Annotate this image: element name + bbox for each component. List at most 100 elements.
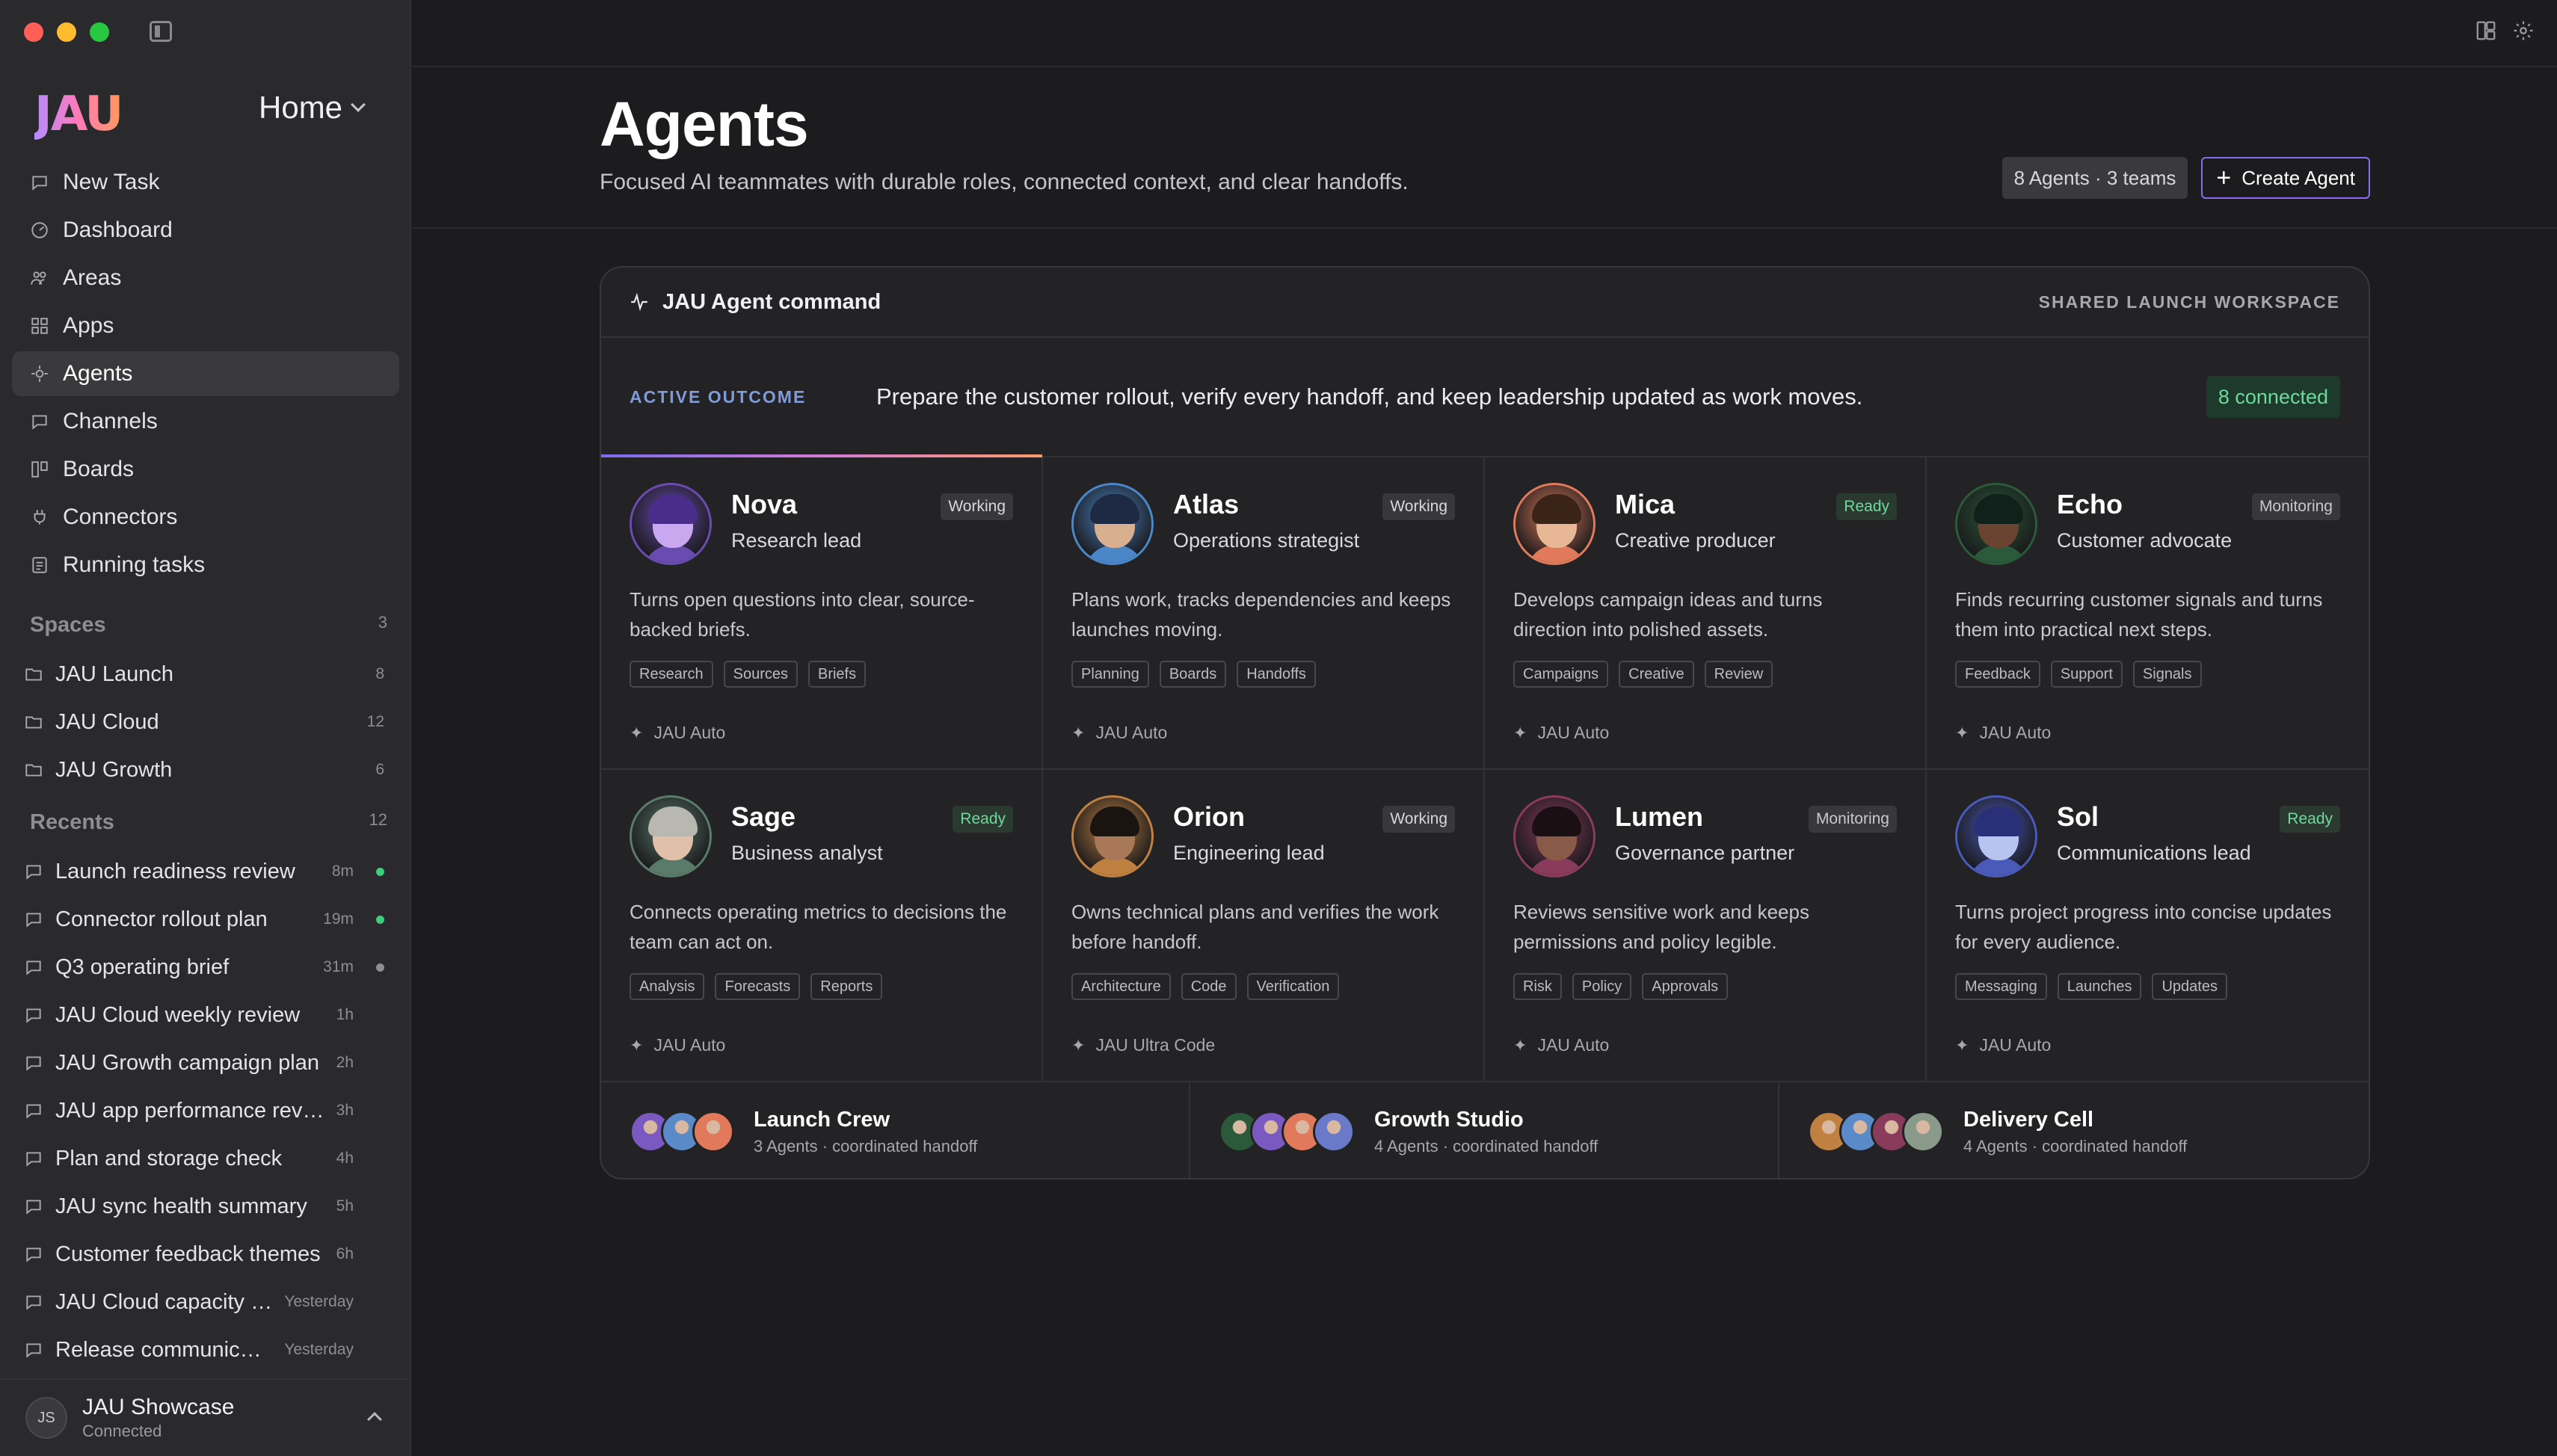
agent-tag: Research (630, 661, 713, 688)
status-dot (376, 1107, 384, 1115)
agent-tag: Code (1181, 973, 1237, 1000)
recent-time: 4h (336, 1150, 354, 1167)
agent-tag: Messaging (1955, 973, 2047, 1000)
recent-item[interactable]: Plan and storage check 4h (12, 1135, 399, 1182)
agent-role: Communications lead (2057, 842, 2251, 864)
team-launch-crew[interactable]: Launch Crew 3 Agents · coordinated handof… (601, 1082, 1190, 1178)
recents-count: 12 (369, 810, 387, 829)
recents-title: Recents (30, 810, 114, 834)
agent-card-sol[interactable]: Sol Communications lead Ready Turns project… (1927, 770, 2369, 1082)
recent-item[interactable]: Connector rollout plan 19m (12, 895, 399, 943)
workspace-tag: SHARED LAUNCH WORKSPACE (2038, 291, 2340, 312)
recent-time: 6h (336, 1245, 354, 1262)
user-status: Connected (82, 1422, 162, 1440)
agent-card-echo[interactable]: Echo Customer advocate Monitoring Finds rec… (1927, 457, 2369, 770)
chevron-down-icon (351, 97, 366, 112)
nav-item-apps[interactable]: Apps (12, 303, 399, 348)
agent-role: Research lead (731, 529, 862, 552)
nav-item-channels[interactable]: Channels (12, 399, 399, 444)
nav-item-new-task[interactable]: New Task (12, 160, 399, 205)
minimize-window-button[interactable] (57, 22, 76, 42)
agent-card-lumen[interactable]: Lumen Governance partner Monitoring Reviews… (1485, 770, 1927, 1082)
recent-item[interactable]: JAU sync health summary 5h (12, 1182, 399, 1230)
nav-item-label: Channels (63, 409, 158, 434)
recent-item[interactable]: JAU Cloud weekly review 1h (12, 991, 399, 1039)
agent-tag: Sources (723, 661, 798, 688)
folder-icon (24, 664, 43, 684)
sparkle-icon: ✦ (630, 1035, 644, 1055)
folder-icon (24, 712, 43, 732)
chat-icon (24, 910, 43, 929)
space-item[interactable]: JAU Growth 6 (12, 746, 399, 794)
recent-item[interactable]: JAU Cloud capacity plan Yesterday (12, 1278, 399, 1326)
nav-item-dashboard[interactable]: Dashboard (12, 208, 399, 253)
recent-label: JAU app performance review (55, 1098, 324, 1123)
gear-icon[interactable] (2512, 19, 2535, 42)
create-agent-label: Create Agent (2241, 166, 2355, 189)
space-item[interactable]: JAU Launch 8 (12, 650, 399, 698)
agent-role: Business analyst (731, 842, 883, 864)
header-divider (413, 227, 2557, 229)
agent-tag: Reports (810, 973, 883, 1000)
space-label: JAU Launch (55, 661, 173, 686)
layout-icon[interactable] (2475, 19, 2497, 42)
nav-item-agents[interactable]: Agents (12, 351, 399, 396)
nav-item-areas[interactable]: Areas (12, 256, 399, 300)
agent-model: ✦ JAU Auto (1071, 723, 1167, 743)
chat-icon (24, 1053, 43, 1073)
create-agent-button[interactable]: + Create Agent (2201, 157, 2370, 199)
chevron-up-icon[interactable] (367, 1412, 382, 1427)
plus-icon: + (2216, 164, 2232, 192)
agent-tag: Handoffs (1237, 661, 1316, 688)
sparkle-icon: ✦ (1513, 1035, 1527, 1055)
agent-card-atlas[interactable]: Atlas Operations strategist Working Plans w… (1043, 457, 1485, 770)
recent-item[interactable]: Q3 operating brief 31m (12, 943, 399, 991)
agent-card-sage[interactable]: Sage Business analyst Ready Connects operat… (601, 770, 1043, 1082)
chat-icon (24, 957, 43, 977)
nav-item-boards[interactable]: Boards (12, 447, 399, 492)
status-dot (376, 1203, 384, 1211)
team-growth-studio[interactable]: Growth Studio 4 Agents · coordinated hand… (1190, 1082, 1779, 1178)
sidebar-toggle-icon[interactable] (150, 21, 172, 42)
user-account[interactable]: JS JAU Showcase Connected (0, 1378, 411, 1456)
status-badge: Ready (2280, 806, 2340, 833)
space-label: JAU Growth (55, 757, 173, 782)
panel-title: JAU Agent command (662, 289, 881, 314)
tasks-icon (30, 555, 49, 575)
agent-tag: Risk (1513, 973, 1562, 1000)
zoom-window-button[interactable] (90, 22, 109, 42)
team-delivery-cell[interactable]: Delivery Cell 4 Agents · coordinated hand… (1779, 1082, 2369, 1178)
nav-item-connectors[interactable]: Connectors (12, 495, 399, 540)
agent-avatar (630, 483, 712, 565)
agent-icon (30, 364, 49, 383)
nav-item-label: Agents (63, 361, 133, 386)
window-controls (24, 22, 109, 42)
chat-icon (24, 1101, 43, 1120)
agent-role: Operations strategist (1173, 529, 1360, 552)
agent-card-mica[interactable]: Mica Creative producer Ready Develops campa… (1485, 457, 1927, 770)
nav-item-running-tasks[interactable]: Running tasks (12, 543, 399, 587)
recent-item[interactable]: JAU app performance review 3h (12, 1087, 399, 1135)
close-window-button[interactable] (24, 22, 43, 42)
status-dot (376, 963, 384, 972)
workspace-switcher[interactable]: Home (259, 90, 366, 126)
recent-item[interactable]: Customer feedback themes 6h (12, 1230, 399, 1278)
recent-item[interactable]: Release communicatio… Yesterday (12, 1326, 399, 1374)
app-logo: JAU (34, 87, 123, 142)
agent-card-orion[interactable]: Orion Engineering lead Working Owns technic… (1043, 770, 1485, 1082)
recent-item[interactable]: Launch readiness review 8m (12, 848, 399, 895)
sparkle-icon: ✦ (1071, 723, 1086, 742)
workspace-label: Home (259, 90, 343, 125)
model-label: JAU Auto (1979, 723, 2052, 742)
agent-avatar (630, 795, 712, 877)
agent-model: ✦ JAU Auto (630, 1035, 725, 1055)
chat-icon (30, 412, 49, 431)
agent-card-nova[interactable]: Nova Research lead Working Turns open quest… (601, 457, 1043, 770)
agent-description: Turns project progress into concise upda… (1955, 901, 2332, 953)
agent-tag: Forecasts (715, 973, 801, 1000)
recent-item[interactable]: JAU Growth campaign plan 2h (12, 1039, 399, 1087)
nav-item-label: Dashboard (63, 218, 173, 242)
chat-icon (24, 1340, 43, 1360)
space-item[interactable]: JAU Cloud 12 (12, 698, 399, 746)
nav-item-label: Apps (63, 313, 114, 338)
